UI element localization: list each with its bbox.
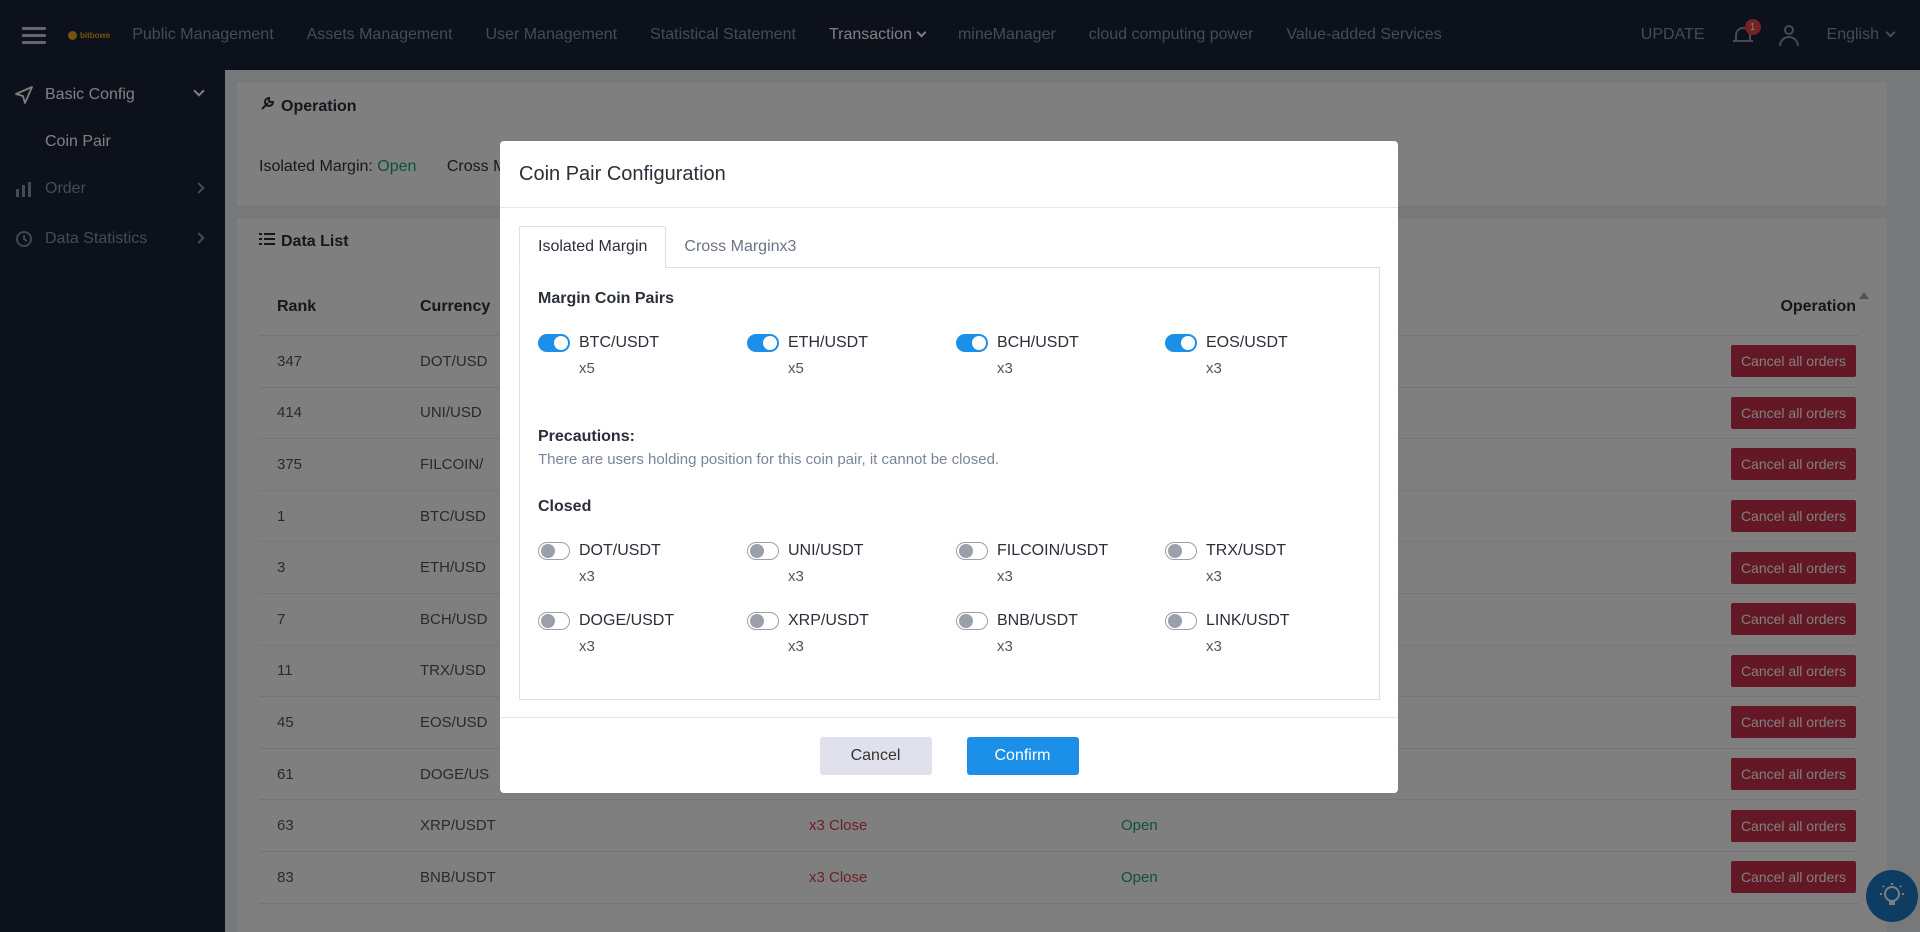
toggle-switch[interactable] [1165, 334, 1197, 352]
coin-pair-item: TRX/USDT x3 [1165, 542, 1365, 585]
coin-pair-name: DOT/USDT [579, 542, 661, 559]
toggle-switch[interactable] [956, 334, 988, 352]
coin-pair-name: TRX/USDT [1206, 542, 1286, 559]
toggle-switch[interactable] [747, 612, 779, 630]
coin-pair-config-dialog: Coin Pair Configuration Isolated Margin … [500, 141, 1398, 793]
coin-pair-leverage: x3 [1206, 360, 1222, 377]
coin-pair-name: DOGE/USDT [579, 612, 675, 629]
tab-isolated-margin[interactable]: Isolated Margin [519, 226, 667, 268]
coin-pair-leverage: x3 [579, 568, 595, 585]
coin-pair-item: UNI/USDT x3 [747, 542, 947, 585]
coin-pair-name: BTC/USDT [579, 334, 659, 351]
coin-pair-name: UNI/USDT [788, 542, 864, 559]
toggle-switch[interactable] [747, 334, 779, 352]
coin-pair-leverage: x5 [579, 360, 595, 377]
toggle-switch[interactable] [538, 542, 570, 560]
cancel-button[interactable]: Cancel [819, 736, 932, 775]
confirm-button[interactable]: Confirm [966, 736, 1079, 775]
closed-title: Closed [538, 498, 592, 515]
coin-pair-item: FILCOIN/USDT x3 [956, 542, 1156, 585]
coin-pair-leverage: x5 [788, 360, 804, 377]
coin-pair-item: XRP/USDT x3 [747, 612, 947, 655]
tab-panel: Margin Coin Pairs BTC/USDT x5 ETH/USDT x5 BC… [519, 267, 1380, 700]
coin-pair-item: LINK/USDT x3 [1165, 612, 1365, 655]
margin-coin-pairs-title: Margin Coin Pairs [538, 290, 675, 307]
tab-cross-margin[interactable]: Cross Marginx3 [666, 226, 814, 268]
dialog-tabs: Isolated Margin Cross Marginx3 [519, 226, 814, 268]
coin-pair-item: BTC/USDT x5 [538, 334, 738, 377]
coin-pair-name: BCH/USDT [997, 334, 1079, 351]
coin-pair-leverage: x3 [1206, 568, 1222, 585]
coin-pair-name: FILCOIN/USDT [997, 542, 1109, 559]
coin-pair-leverage: x3 [997, 360, 1013, 377]
coin-pair-leverage: x3 [997, 638, 1013, 655]
coin-pair-name: XRP/USDT [788, 612, 869, 629]
toggle-switch[interactable] [538, 334, 570, 352]
toggle-switch[interactable] [1165, 542, 1197, 560]
coin-pair-name: BNB/USDT [997, 612, 1078, 629]
toggle-switch[interactable] [538, 612, 570, 630]
coin-pair-item: ETH/USDT x5 [747, 334, 947, 377]
toggle-switch[interactable] [956, 612, 988, 630]
coin-pair-leverage: x3 [1206, 638, 1222, 655]
toggle-switch[interactable] [747, 542, 779, 560]
coin-pair-item: BNB/USDT x3 [956, 612, 1156, 655]
coin-pair-leverage: x3 [788, 568, 804, 585]
toggle-switch[interactable] [1165, 612, 1197, 630]
precautions-title: Precautions: [538, 428, 635, 445]
coin-pair-item: DOT/USDT x3 [538, 542, 738, 585]
precautions-text: There are users holding position for thi… [538, 451, 1000, 468]
coin-pair-name: EOS/USDT [1206, 334, 1288, 351]
dialog-title: Coin Pair Configuration [500, 141, 1398, 208]
coin-pair-name: ETH/USDT [788, 334, 868, 351]
coin-pair-leverage: x3 [579, 638, 595, 655]
coin-pair-leverage: x3 [788, 638, 804, 655]
toggle-switch[interactable] [956, 542, 988, 560]
coin-pair-name: LINK/USDT [1206, 612, 1290, 629]
coin-pair-leverage: x3 [997, 568, 1013, 585]
coin-pair-item: EOS/USDT x3 [1165, 334, 1365, 377]
coin-pair-item: BCH/USDT x3 [956, 334, 1156, 377]
coin-pair-item: DOGE/USDT x3 [538, 612, 738, 655]
dialog-footer: Cancel Confirm [500, 717, 1398, 793]
